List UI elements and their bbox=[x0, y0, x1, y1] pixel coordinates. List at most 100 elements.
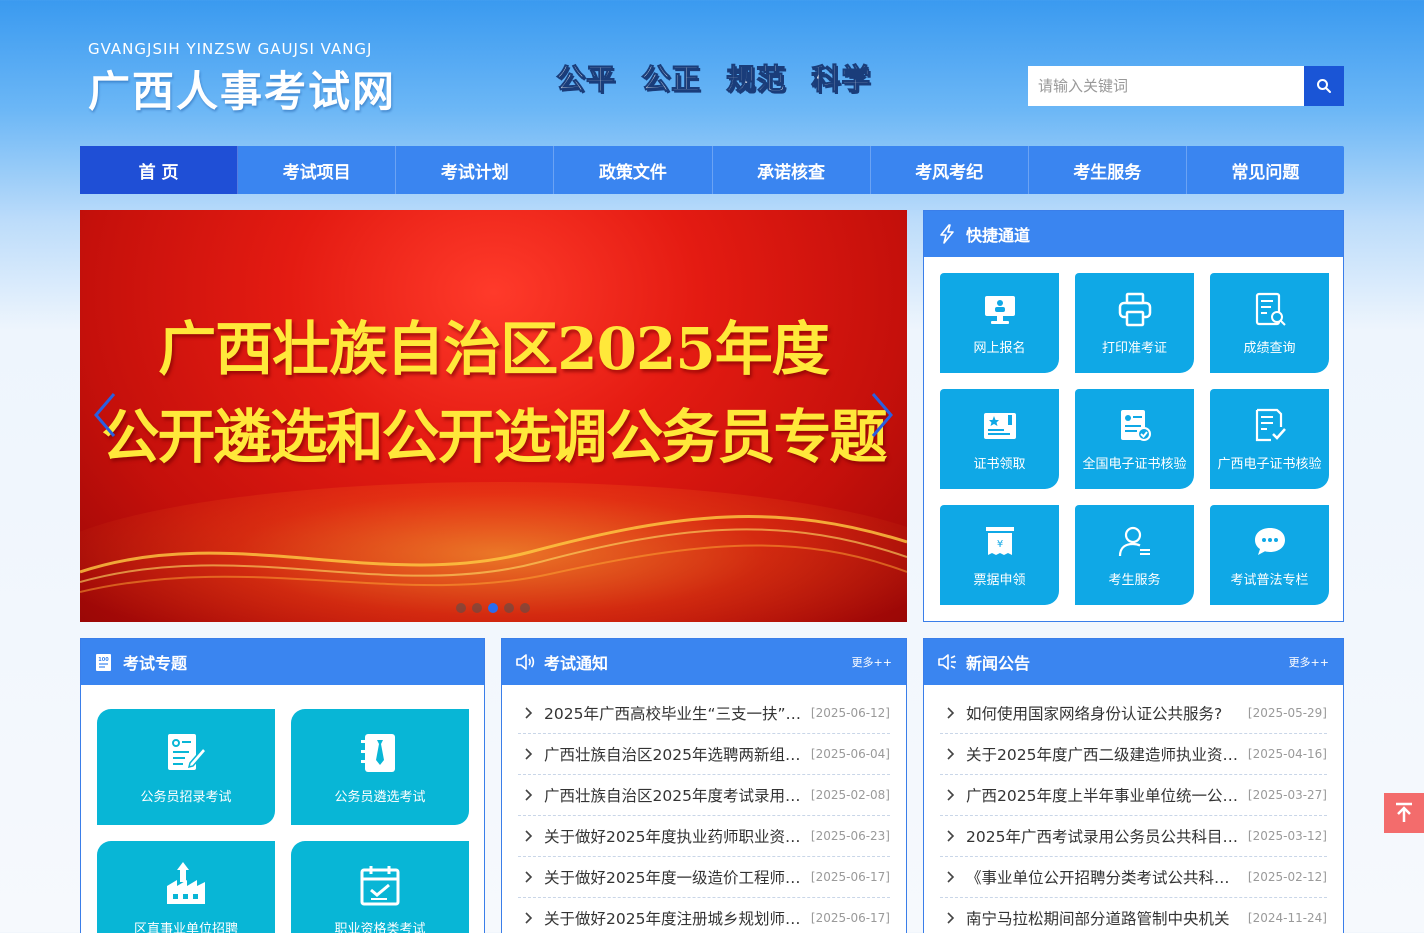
quick-law-column[interactable]: 考试普法专栏 bbox=[1210, 505, 1329, 605]
search-box bbox=[1028, 66, 1344, 106]
list-item[interactable]: 广西壮族自治区2025年度考试录用公务员笔试[2025-02-08] bbox=[518, 775, 890, 816]
certificate-icon bbox=[983, 412, 1016, 439]
carousel-prev-arrow-icon[interactable] bbox=[90, 390, 120, 440]
exam-notice-list: 2025年广西高校毕业生“三支一扶”计划招募笔试[2025-06-12] 广西壮… bbox=[518, 693, 890, 933]
list-item[interactable]: 如何使用国家网络身份认证公共服务? [2025-05-29] bbox=[940, 693, 1327, 734]
slogan: 公平 公正 规范 科学 bbox=[555, 62, 872, 97]
factory-icon bbox=[167, 861, 205, 904]
user-service-icon bbox=[1118, 526, 1150, 556]
megaphone-icon bbox=[938, 654, 956, 670]
list-item[interactable]: 关于2025年度广西二级建造师执业资格考试 [2025-04-16] bbox=[940, 734, 1327, 775]
lightning-icon bbox=[940, 224, 954, 244]
topic-civil-servant-selection[interactable]: 公务员遴选考试 bbox=[291, 709, 469, 825]
exam-notice-title: 考试通知 bbox=[544, 654, 609, 673]
exam-topics-panel: 100 考试专题 公务员招录考试 公务员遴选考试 区直事业单位招聘 职业资格类考… bbox=[80, 638, 485, 933]
nav-item-exam-projects[interactable]: 考试项目 bbox=[238, 146, 397, 194]
chevron-right-icon bbox=[525, 912, 533, 924]
quick-guangxi-e-certificate-verify[interactable]: 广西电子证书核验 bbox=[1210, 389, 1329, 489]
list-item[interactable]: 广西壮族自治区2025年选聘两新组织专职党务工作者[2025-06-04] bbox=[518, 734, 890, 775]
exam-topics-header: 100 考试专题 bbox=[81, 639, 484, 685]
quick-national-e-certificate-verify[interactable]: 全国电子证书核验 bbox=[1075, 389, 1194, 489]
quick-score-query[interactable]: 成绩查询 bbox=[1210, 273, 1329, 373]
quick-channel-header: 快捷通道 bbox=[924, 211, 1343, 257]
doc-check-icon bbox=[1255, 408, 1286, 441]
calendar-check-icon bbox=[360, 865, 400, 905]
banner-carousel[interactable]: 广西壮族自治区2025年度 公开遴选和公开选调公务员专题 bbox=[80, 210, 907, 622]
exam-notice-more-link[interactable]: 更多++ bbox=[852, 654, 892, 670]
topic-professional-qualification[interactable]: 职业资格类考试 bbox=[291, 841, 469, 933]
search-icon bbox=[1317, 79, 1331, 93]
back-to-top-button[interactable] bbox=[1384, 793, 1424, 833]
nav-item-exam-plan[interactable]: 考试计划 bbox=[396, 146, 555, 194]
chevron-right-icon bbox=[947, 748, 955, 760]
news-title: 新闻公告 bbox=[966, 654, 1031, 673]
computer-icon bbox=[984, 295, 1015, 324]
news-panel: 新闻公告 更多++ 如何使用国家网络身份认证公共服务? [2025-05-29] … bbox=[923, 638, 1344, 933]
search-input[interactable] bbox=[1028, 66, 1304, 106]
exam-notice-header: 考试通知 更多++ bbox=[502, 639, 906, 685]
site-logo[interactable]: GVANGJSIH YINZSW GAUJSI VANGJ 广西人事考试网 bbox=[88, 40, 396, 119]
list-item[interactable]: 广西2025年度上半年事业单位统一公开招聘 [2025-03-27] bbox=[940, 775, 1327, 816]
banner-title-line1: 广西壮族自治区2025年度 bbox=[158, 315, 829, 383]
exam-paper-icon: 100 bbox=[96, 654, 111, 671]
chevron-right-icon bbox=[525, 707, 533, 719]
chevron-right-icon bbox=[525, 830, 533, 842]
list-item[interactable]: 南宁马拉松期间部分道路管制中央机关 [2024-11-24] bbox=[940, 898, 1327, 933]
news-more-link[interactable]: 更多++ bbox=[1289, 654, 1329, 670]
id-verify-icon bbox=[1120, 409, 1151, 441]
carousel-dot[interactable] bbox=[504, 603, 514, 613]
nav-item-candidate-service[interactable]: 考生服务 bbox=[1029, 146, 1187, 194]
speaker-icon bbox=[516, 654, 535, 670]
arrow-up-icon bbox=[1396, 802, 1412, 822]
svg-text:¥: ¥ bbox=[996, 539, 1002, 550]
list-item[interactable]: 关于做好2025年度注册城乡规划师职业资格考试[2025-06-17] bbox=[518, 898, 890, 933]
chevron-right-icon bbox=[525, 748, 533, 760]
quick-candidate-service[interactable]: 考生服务 bbox=[1075, 505, 1194, 605]
printer-icon bbox=[1118, 292, 1151, 326]
logo-english-text: GVANGJSIH YINZSW GAUJSI VANGJ bbox=[88, 40, 373, 58]
chevron-right-icon bbox=[947, 707, 955, 719]
nav-item-faq[interactable]: 常见问题 bbox=[1187, 146, 1344, 194]
form-pen-icon bbox=[168, 733, 208, 770]
exam-notice-panel: 考试通知 更多++ 2025年广西高校毕业生“三支一扶”计划招募笔试[2025-… bbox=[501, 638, 907, 933]
score-search-icon bbox=[1255, 292, 1286, 326]
quick-channel-grid: 网上报名 打印准考证 成绩查询 证书领取 全国电子证书核验 广西电子证书核验 ¥… bbox=[940, 273, 1329, 605]
tie-icon bbox=[361, 733, 395, 772]
list-item[interactable]: 2025年广西高校毕业生“三支一扶”计划招募笔试[2025-06-12] bbox=[518, 693, 890, 734]
quick-channel-title: 快捷通道 bbox=[966, 226, 1031, 245]
main-nav: 首 页 考试项目 考试计划 政策文件 承诺核查 考风考纪 考生服务 常见问题 bbox=[80, 146, 1344, 194]
chevron-right-icon bbox=[947, 830, 955, 842]
list-item[interactable]: 关于做好2025年度一级造价工程师职业资格考试[2025-06-17] bbox=[518, 857, 890, 898]
carousel-dot[interactable] bbox=[456, 603, 466, 613]
quick-online-registration[interactable]: 网上报名 bbox=[940, 273, 1059, 373]
chevron-right-icon bbox=[947, 912, 955, 924]
topic-public-institution-recruitment[interactable]: 区直事业单位招聘 bbox=[97, 841, 275, 933]
chevron-right-icon bbox=[525, 871, 533, 883]
nav-item-home[interactable]: 首 页 bbox=[80, 146, 239, 194]
nav-item-policy[interactable]: 政策文件 bbox=[554, 146, 713, 194]
nav-item-commitment[interactable]: 承诺核查 bbox=[713, 146, 871, 194]
list-item[interactable]: 《事业单位公开招聘分类考试公共科目笔试 [2025-02-12] bbox=[940, 857, 1327, 898]
quick-certificate-collection[interactable]: 证书领取 bbox=[940, 389, 1059, 489]
exam-topics-grid: 公务员招录考试 公务员遴选考试 区直事业单位招聘 职业资格类考试 bbox=[97, 709, 469, 933]
carousel-dot-active[interactable] bbox=[488, 603, 498, 613]
chevron-right-icon bbox=[947, 789, 955, 801]
search-button[interactable] bbox=[1304, 66, 1344, 106]
banner-gold-wave bbox=[80, 515, 907, 593]
topic-civil-servant-recruitment[interactable]: 公务员招录考试 bbox=[97, 709, 275, 825]
chat-icon bbox=[1254, 527, 1285, 555]
svg-text:100: 100 bbox=[98, 657, 109, 663]
exam-topics-title: 考试专题 bbox=[123, 654, 188, 673]
chevron-right-icon bbox=[525, 789, 533, 801]
carousel-next-arrow-icon[interactable] bbox=[867, 390, 897, 440]
carousel-dot[interactable] bbox=[520, 603, 530, 613]
quick-print-admission-ticket[interactable]: 打印准考证 bbox=[1075, 273, 1194, 373]
carousel-dots bbox=[456, 603, 530, 613]
chevron-right-icon bbox=[947, 871, 955, 883]
list-item[interactable]: 关于做好2025年度执业药师职业资格考试工作[2025-06-23] bbox=[518, 816, 890, 857]
nav-item-discipline[interactable]: 考风考纪 bbox=[871, 146, 1029, 194]
quick-invoice-application[interactable]: ¥ 票据申领 bbox=[940, 505, 1059, 605]
carousel-dot[interactable] bbox=[472, 603, 482, 613]
list-item[interactable]: 2025年广西考试录用公务员公共科目笔试 [2025-03-12] bbox=[940, 816, 1327, 857]
banner-title-line2: 公开遴选和公开选调公务员专题 bbox=[101, 403, 887, 471]
